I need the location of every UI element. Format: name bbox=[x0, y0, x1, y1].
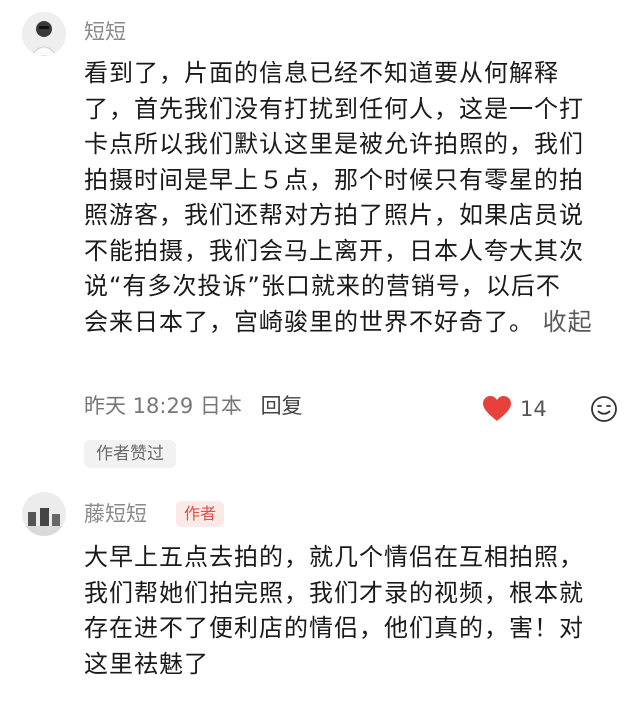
like-count: 14 bbox=[520, 396, 547, 421]
comment-text: 看到了，片面的信息已经不知道要从何解释 了，首先我们没有打扰到任何人，这是一个打… bbox=[84, 56, 620, 340]
user-avatar-icon bbox=[22, 492, 66, 536]
comment-username[interactable]: 短短 bbox=[84, 20, 126, 44]
author-liked-tag: 作者赞过 bbox=[84, 440, 176, 468]
reply-button[interactable]: 回复 bbox=[261, 394, 303, 418]
smiley-icon bbox=[591, 396, 617, 422]
collapse-link[interactable]: 收起 bbox=[543, 308, 593, 336]
reply-text: 大早上五点去拍的，就几个情侣在互相拍照， 我们帮她们拍完照，我们才录的视频，根本… bbox=[84, 543, 584, 678]
like-button[interactable]: 14 bbox=[482, 395, 547, 422]
author-badge: 作者 bbox=[176, 501, 225, 527]
emoji-button[interactable] bbox=[590, 395, 618, 427]
avatar[interactable] bbox=[22, 12, 66, 56]
avatar[interactable] bbox=[22, 492, 66, 536]
comment-time-location: 昨天 18:29 日本 bbox=[84, 394, 242, 418]
comment-meta: 昨天 18:29 日本 回复 bbox=[84, 393, 303, 419]
comment-username[interactable]: 藤短短 bbox=[84, 502, 147, 526]
user-avatar-icon bbox=[22, 12, 66, 56]
comment-body: 看到了，片面的信息已经不知道要从何解释 了，首先我们没有打扰到任何人，这是一个打… bbox=[84, 59, 584, 336]
heart-icon bbox=[483, 396, 511, 421]
